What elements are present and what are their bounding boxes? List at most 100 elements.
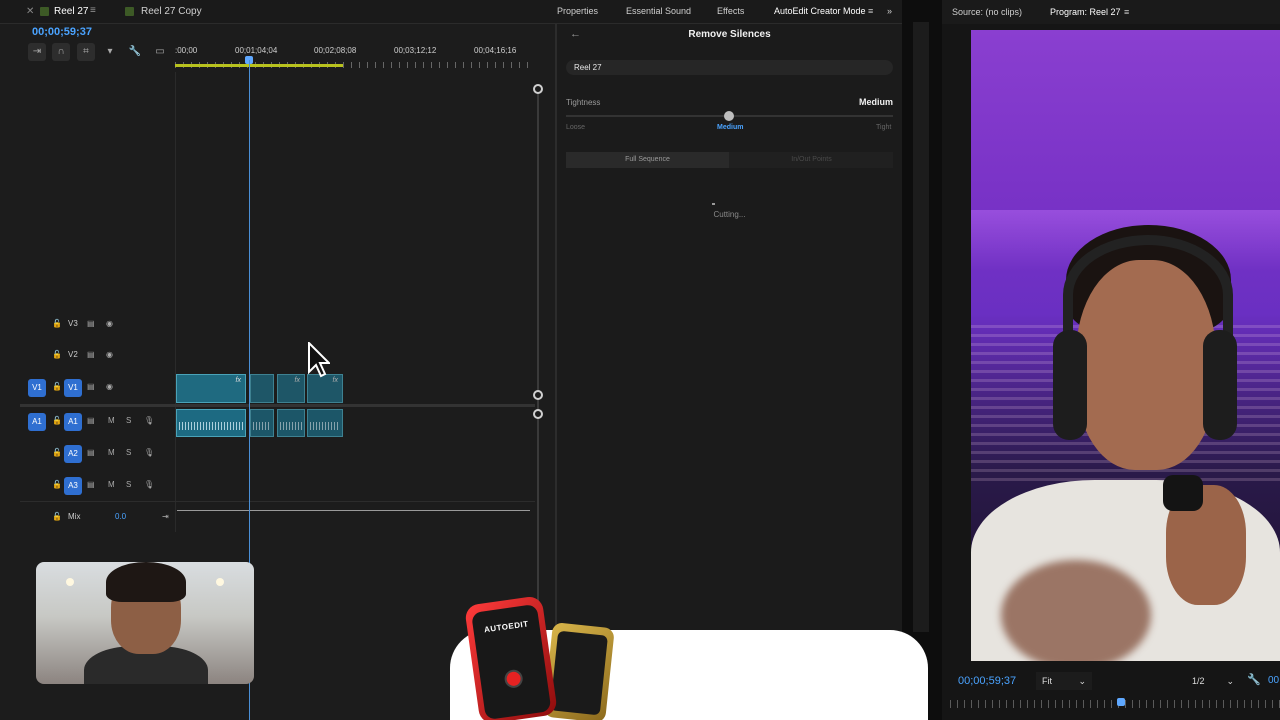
video-clip[interactable] (250, 374, 274, 403)
mute-button[interactable]: M (108, 416, 115, 425)
program-video-frame[interactable] (971, 30, 1280, 661)
device-image-red: AUTOEDIT (464, 595, 558, 720)
track-target-a1[interactable]: A1 (64, 413, 82, 431)
ceiling-light (66, 578, 74, 586)
video-clip[interactable]: fx (277, 374, 305, 403)
lock-icon[interactable]: 🔓 (52, 416, 62, 425)
audio-clip[interactable] (176, 409, 246, 437)
duration-timecode: 00 (1268, 675, 1280, 686)
menu-icon[interactable]: ≡ (868, 6, 873, 16)
solo-button[interactable]: S (126, 480, 131, 489)
webcam-overlay (36, 562, 254, 684)
work-area-bar[interactable] (175, 64, 343, 67)
time-ruler[interactable]: :00;00 00;01;04;04 00;02;08;08 00;03;12;… (175, 42, 535, 72)
full-sequence-option[interactable]: Full Sequence (566, 152, 729, 168)
eye-icon[interactable]: ◉ (106, 382, 113, 391)
track-v3: 🔓 V3 ▤ ◉ (20, 310, 535, 340)
ripple-icon[interactable]: ⇥ (28, 43, 46, 61)
scope-toggle: Full Sequence In/Out Points (566, 152, 893, 168)
audio-clip[interactable] (277, 409, 305, 437)
film-icon[interactable]: ▤ (87, 350, 95, 359)
video-clip[interactable]: fx (307, 374, 343, 403)
tab-source[interactable]: Source: (no clips) (952, 7, 1022, 17)
track-target-a2[interactable]: A2 (64, 445, 82, 463)
program-timecode[interactable]: 00;00;59;37 (958, 675, 1016, 687)
tab-reel-27[interactable]: Reel 27 (54, 6, 88, 17)
chevron-down-icon: ⌄ (1078, 676, 1086, 686)
source-patch-a1[interactable]: A1 (28, 413, 46, 431)
program-time-ruler[interactable] (950, 700, 1280, 708)
fx-badge: fx (332, 377, 338, 384)
lock-icon[interactable]: 🔓 (52, 382, 62, 391)
slider-min-label: Loose (566, 124, 586, 131)
device-logo: AUTOEDIT (483, 619, 530, 635)
captions-icon[interactable]: ▭ (151, 43, 169, 61)
linked-selection-icon[interactable]: ⌗ (77, 43, 95, 61)
solo-button[interactable]: S (126, 416, 131, 425)
go-to-end-icon[interactable]: ⇥ (162, 512, 169, 521)
tab-properties[interactable]: Properties (557, 6, 598, 16)
lock-icon[interactable]: 🔓 (52, 512, 62, 521)
sequence-selector[interactable]: Reel 27 (566, 60, 893, 75)
sequence-icon (125, 7, 134, 16)
tab-autoedit-creator-mode[interactable]: AutoEdit Creator Mode (774, 6, 866, 16)
panel-tab-bar: Properties Essential Sound Effects AutoE… (557, 0, 902, 24)
lock-icon[interactable]: 🔓 (52, 350, 62, 359)
resolution-select[interactable]: 1/2 ⌄ (1186, 672, 1236, 690)
eye-icon[interactable]: ◉ (106, 350, 113, 359)
in-out-points-option[interactable]: In/Out Points (730, 152, 893, 168)
tab-reel-27-copy[interactable]: Reel 27 Copy (141, 6, 202, 17)
film-icon[interactable]: ▤ (87, 319, 95, 328)
lock-icon[interactable]: 🔓 (52, 480, 62, 489)
tab-program[interactable]: Program: Reel 27 (1050, 7, 1121, 17)
progress-indicator (712, 203, 715, 205)
mute-button[interactable]: M (108, 480, 115, 489)
record-button-icon (503, 668, 524, 689)
timeline-timecode[interactable]: 00;00;59;37 (32, 26, 92, 38)
tab-effects[interactable]: Effects (717, 6, 744, 16)
headphone-right (1203, 330, 1237, 440)
wrench-icon[interactable]: 🔧 (126, 43, 144, 61)
track-label: Mix (68, 512, 81, 521)
ruler-label: 00;03;12;12 (394, 46, 437, 55)
mic-icon[interactable]: 🎙 (144, 448, 154, 457)
track-label: V3 (68, 319, 78, 328)
monitor-tab-bar: Source: (no clips) Program: Reel 27 ≡ (942, 0, 1280, 24)
film-icon[interactable]: ▤ (87, 382, 95, 391)
ruler-label: 00;04;16;16 (474, 46, 517, 55)
double-chevron-icon[interactable]: » (887, 6, 892, 16)
program-playhead[interactable] (1117, 698, 1125, 706)
menu-icon[interactable]: ≡ (1124, 7, 1129, 17)
mic-icon[interactable]: 🎙 (144, 416, 154, 425)
scroll-handle-top[interactable] (533, 84, 543, 94)
marker-icon[interactable]: ▾ (101, 43, 119, 61)
status-text: Cutting... (713, 210, 746, 219)
mute-button[interactable]: M (108, 448, 115, 457)
snap-magnet-icon[interactable]: ∩ (52, 43, 70, 61)
video-clip[interactable]: fx (176, 374, 246, 403)
close-icon[interactable]: ✕ (26, 6, 34, 17)
audio-clip[interactable] (307, 409, 343, 437)
audio-waveform (253, 422, 271, 430)
mic-icon[interactable]: 🎙 (144, 480, 154, 489)
track-target-a3[interactable]: A3 (64, 477, 82, 495)
mix-volume-value[interactable]: 0.0 (115, 512, 126, 521)
lock-icon[interactable]: 🔓 (52, 319, 62, 328)
eye-icon[interactable]: ◉ (106, 319, 113, 328)
film-icon[interactable]: ▤ (87, 480, 95, 489)
film-icon[interactable]: ▤ (87, 416, 95, 425)
audio-waveform (280, 422, 302, 430)
film-icon[interactable]: ▤ (87, 448, 95, 457)
track-target-v1[interactable]: V1 (64, 379, 82, 397)
vertical-scrollbar[interactable] (537, 85, 539, 605)
tab-essential-sound[interactable]: Essential Sound (626, 6, 691, 16)
solo-button[interactable]: S (126, 448, 131, 457)
wrench-icon[interactable]: 🔧 (1247, 673, 1261, 686)
menu-icon[interactable]: ≡ (90, 5, 96, 16)
lock-icon[interactable]: 🔓 (52, 448, 62, 457)
track-v2: 🔓 V2 ▤ ◉ (20, 341, 535, 371)
tightness-slider-handle[interactable] (724, 111, 734, 121)
source-patch-v1[interactable]: V1 (28, 379, 46, 397)
audio-clip[interactable] (250, 409, 274, 437)
zoom-select[interactable]: Fit ⌄ (1036, 672, 1092, 690)
